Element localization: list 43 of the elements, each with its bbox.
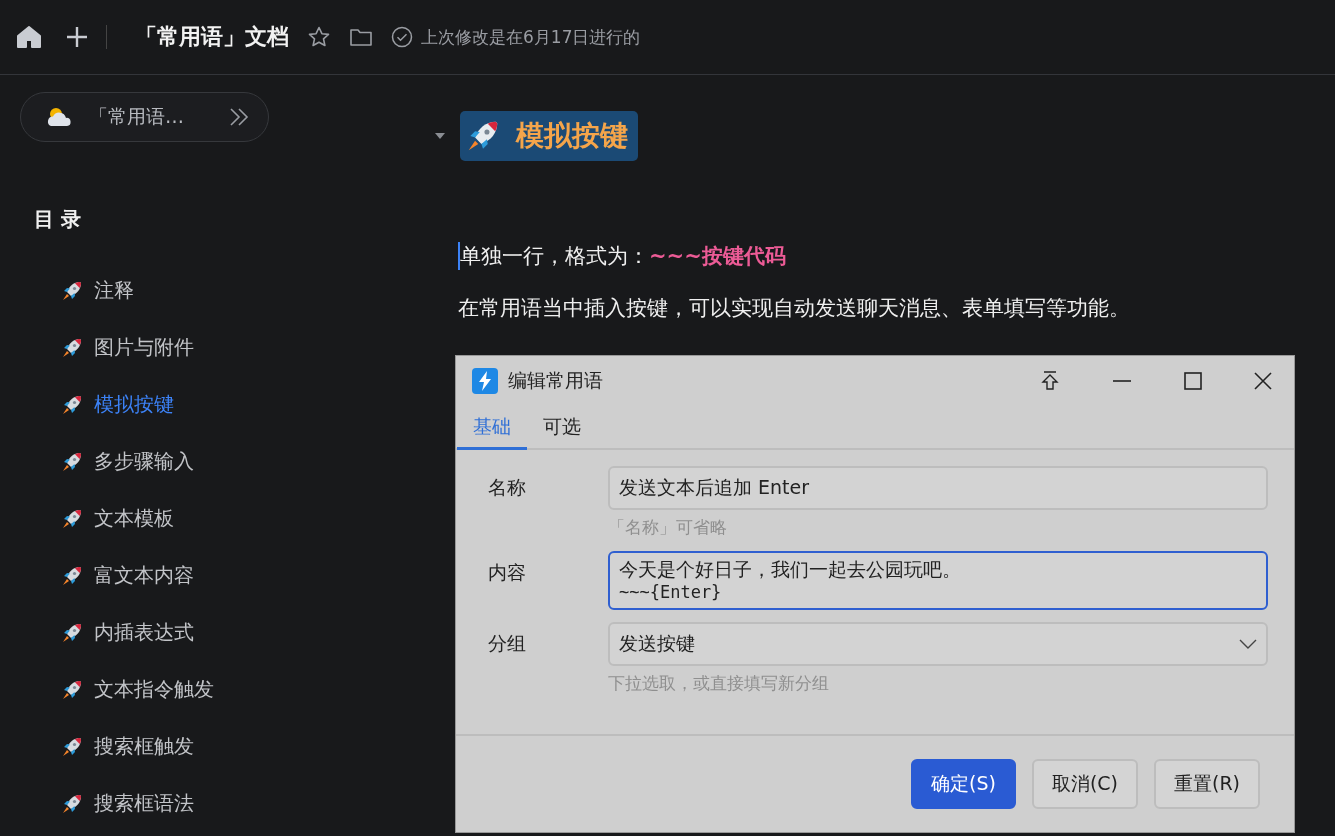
description-text: 在常用语当中插入按键，可以实现自动发送聊天消息、表单填写等功能。	[458, 295, 1131, 322]
close-icon[interactable]	[1254, 372, 1272, 390]
dialog-title: 编辑常用语	[508, 368, 603, 393]
toc-link[interactable]: 多步骤输入	[94, 448, 194, 475]
field-hint: 「名称」可省略	[608, 516, 728, 539]
toc-link[interactable]: 文本指令触发	[94, 676, 214, 703]
toc-link[interactable]: 内插表达式	[94, 619, 194, 646]
toc-link[interactable]: 模拟按键	[94, 391, 174, 418]
toc-link[interactable]: 图片与附件	[94, 334, 194, 361]
collapse-caret-icon[interactable]	[434, 132, 446, 140]
name-input-field[interactable]: 发送文本后追加 Enter	[608, 466, 1268, 510]
last-modified-text: 上次修改是在6月17日进行的	[421, 25, 641, 49]
dialog-button[interactable]: 重置(R)	[1153, 759, 1260, 809]
field-label: 名称	[488, 475, 527, 500]
dialog-button[interactable]: 确定(S)	[911, 759, 1016, 809]
toc-link[interactable]: 搜索框触发	[94, 733, 194, 760]
toc-link[interactable]: 文本模板	[94, 505, 174, 532]
dialog-button[interactable]: 取消(C)	[1031, 759, 1138, 809]
field-hint: 下拉选取，或直接填写新分组	[608, 672, 830, 695]
toc-link[interactable]: 富文本内容	[94, 562, 194, 589]
home-icon[interactable]	[16, 25, 42, 49]
section-heading: 模拟按键	[460, 111, 638, 161]
format-line: 单独一行，格式为：~~~按键代码	[458, 242, 1335, 270]
pin-top-icon[interactable]	[1040, 370, 1060, 392]
lightning-app-icon	[472, 368, 498, 394]
toc-link[interactable]: 搜索框语法	[94, 790, 194, 817]
star-icon[interactable]	[307, 25, 331, 49]
plus-icon[interactable]	[66, 26, 88, 48]
field-label: 分组	[488, 631, 527, 656]
dialog-tab[interactable]: 可选	[527, 406, 597, 450]
folder-icon[interactable]	[349, 27, 373, 47]
document-title: 「常用语」文档	[135, 23, 289, 51]
field-label: 内容	[488, 560, 527, 585]
toc-link[interactable]: 注释	[94, 277, 134, 304]
content-text-area[interactable]: 今天是个好日子，我们一起去公园玩吧。 ~~~{Enter}	[608, 551, 1268, 610]
chevron-down-icon	[1239, 639, 1257, 649]
double-chevron-icon	[228, 107, 250, 127]
group-dropdown[interactable]: 发送按键	[608, 622, 1268, 666]
toc-title: 目 录	[34, 206, 82, 233]
check-circle-icon	[391, 26, 413, 48]
maximize-icon[interactable]	[1184, 372, 1202, 390]
minimize-icon[interactable]	[1112, 379, 1132, 383]
document-switch-button[interactable]: 「常用语…	[20, 92, 269, 142]
